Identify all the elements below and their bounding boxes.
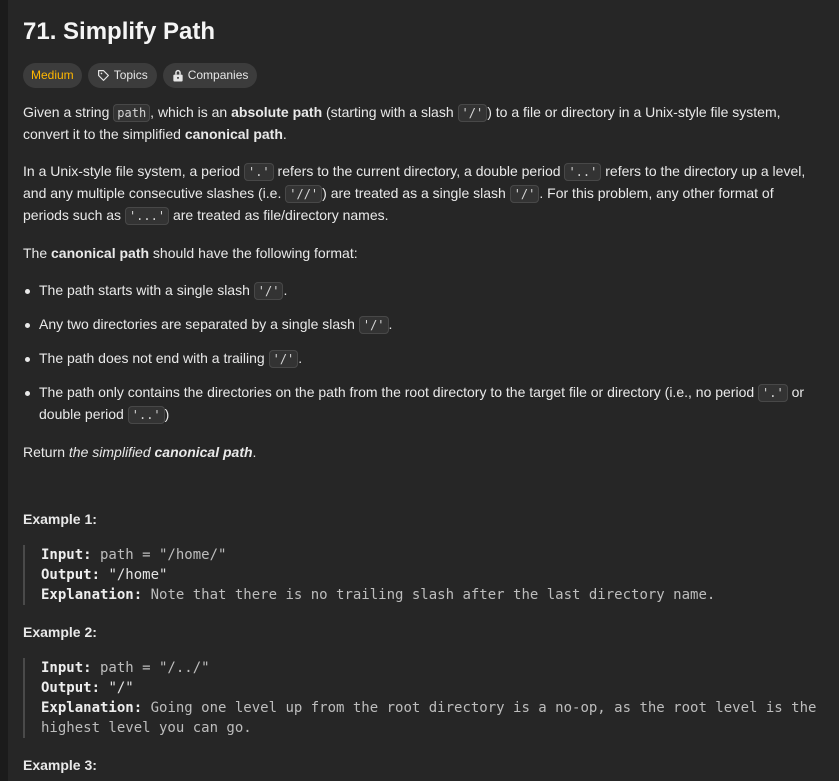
list-item: The path starts with a single slash '/'. xyxy=(23,280,823,302)
inline-code: '/' xyxy=(457,104,488,122)
text: . xyxy=(388,316,393,332)
description-paragraph-1: Given a string path, which is an absolut… xyxy=(23,102,823,145)
text: Return xyxy=(23,444,69,460)
explanation-label: Explanation: xyxy=(41,700,143,716)
text: Any two directories are separated by a s… xyxy=(39,316,359,332)
text: (starting with a slash xyxy=(322,104,458,120)
topics-label: Topics xyxy=(113,68,148,82)
bold-text: canonical path xyxy=(51,245,150,261)
explanation-label: Explanation: xyxy=(41,587,143,603)
text: In a Unix-style file system, a period xyxy=(23,163,244,179)
bold-text: absolute path xyxy=(231,104,323,120)
example-3-title: Example 3: xyxy=(23,757,97,773)
inline-code: '.' xyxy=(243,163,274,181)
output-label: Output: xyxy=(41,680,101,696)
example-1-title: Example 1: xyxy=(23,511,97,527)
text: The path only contains the directories o… xyxy=(39,384,759,400)
example-1-block: Input: path = "/home/" Output: "/home" E… xyxy=(23,545,823,605)
text: . xyxy=(282,126,287,142)
input-label: Input: xyxy=(41,660,92,676)
problem-title[interactable]: 71. Simplify Path xyxy=(23,14,215,50)
companies-label: Companies xyxy=(187,68,249,82)
example-explanation-line: Explanation: Going one level up from the… xyxy=(41,698,823,738)
input-value: path = "/home/" xyxy=(91,547,227,563)
example-input-line: Input: path = "/../" xyxy=(41,658,823,678)
italic-text: the simplified xyxy=(68,444,155,460)
topics-button[interactable]: Topics xyxy=(87,63,157,88)
input-label: Input: xyxy=(41,547,92,563)
example-input-line: Input: path = "/home/" xyxy=(41,545,823,565)
text: are treated as file/directory names. xyxy=(169,207,389,223)
explanation-value: Note that there is no trailing slash aft… xyxy=(142,587,716,603)
example-output-line: Output: "/home" xyxy=(41,565,823,585)
text: The path starts with a single slash xyxy=(39,282,254,298)
example-explanation-line: Explanation: Note that there is no trail… xyxy=(41,585,823,605)
inline-code: '.' xyxy=(758,384,788,402)
inline-code: '/' xyxy=(268,350,299,368)
list-item: The path does not end with a trailing '/… xyxy=(23,348,823,370)
inline-code: '/' xyxy=(509,185,540,203)
text: Given a string xyxy=(23,104,114,120)
format-rules-list: The path starts with a single slash '/'.… xyxy=(23,280,823,426)
text: . xyxy=(298,350,303,366)
inline-code: '..' xyxy=(564,163,602,181)
lock-icon xyxy=(172,69,184,82)
text: ) xyxy=(164,406,170,422)
output-value: "/home" xyxy=(100,567,168,583)
description-paragraph-4: Return the simplified canonical path. xyxy=(23,442,823,463)
difficulty-badge: Medium xyxy=(23,63,82,88)
example-2-title: Example 2: xyxy=(23,624,97,640)
bold-text: canonical path xyxy=(184,126,283,142)
example-output-line: Output: "/" xyxy=(41,678,823,698)
inline-code: path xyxy=(113,104,151,122)
inline-code: '/' xyxy=(358,316,389,334)
inline-code: '/' xyxy=(253,282,284,300)
text: , which is an xyxy=(150,104,232,120)
list-item: The path only contains the directories o… xyxy=(23,382,823,426)
output-value: "/" xyxy=(100,680,134,696)
text: ) are treated as a single slash xyxy=(322,185,510,201)
inline-code: '//' xyxy=(285,185,323,203)
inline-code: '..' xyxy=(127,406,165,424)
text: The path does not end with a trailing xyxy=(39,350,269,366)
text: . xyxy=(283,282,288,298)
text: should have the following format: xyxy=(149,245,358,261)
difficulty-label: Medium xyxy=(31,68,74,82)
list-item: Any two directories are separated by a s… xyxy=(23,314,823,336)
problem-description: Given a string path, which is an absolut… xyxy=(23,102,823,479)
description-paragraph-2: In a Unix-style file system, a period '.… xyxy=(23,161,823,227)
input-value: path = "/../" xyxy=(91,660,210,676)
text: The xyxy=(23,245,52,261)
problem-badges: Medium Topics Companies xyxy=(23,63,258,88)
text: refers to the current directory, a doubl… xyxy=(273,163,565,179)
example-2-block: Input: path = "/../" Output: "/" Explana… xyxy=(23,658,823,738)
companies-button[interactable]: Companies xyxy=(162,63,258,88)
bold-italic-text: canonical path xyxy=(154,444,253,460)
explanation-value: Going one level up from the root directo… xyxy=(41,700,825,736)
tag-icon xyxy=(97,69,110,82)
text: . xyxy=(252,444,257,460)
inline-code: '...' xyxy=(124,207,170,225)
output-label: Output: xyxy=(41,567,101,583)
description-paragraph-3: The canonical path should have the follo… xyxy=(23,243,823,264)
problem-description-panel: 71. Simplify Path Medium Topics Companie… xyxy=(8,0,839,781)
